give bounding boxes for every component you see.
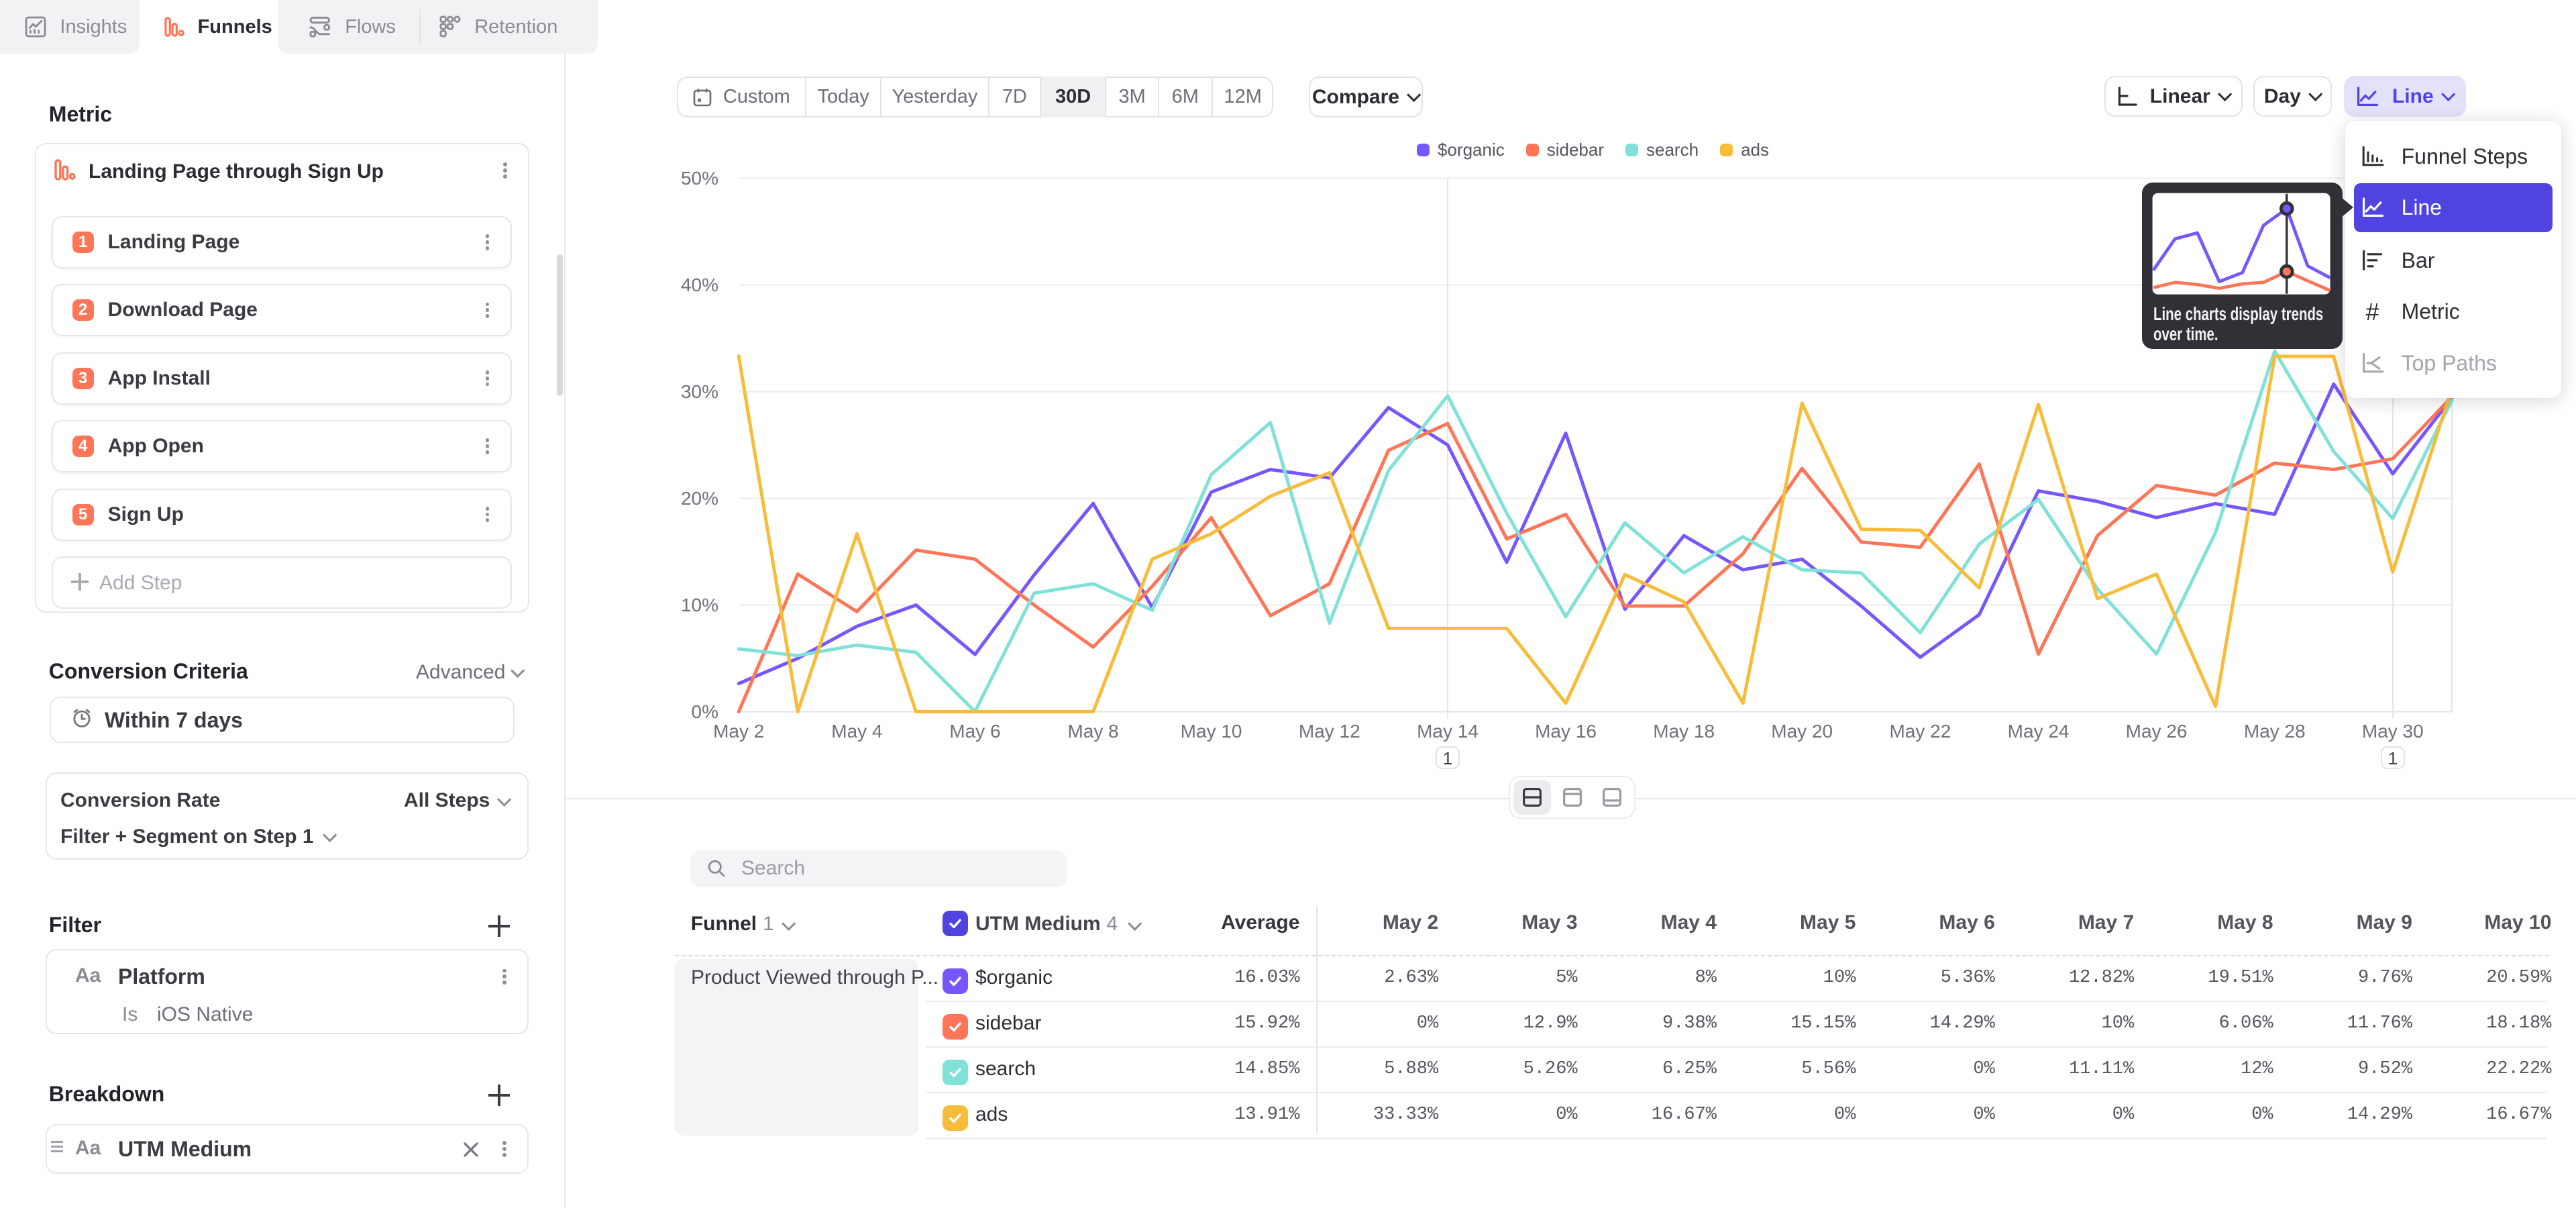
svg-text:May 26: May 26 (2126, 721, 2188, 742)
svg-text:May 2: May 2 (713, 721, 764, 742)
svg-text:50%: 50% (681, 168, 718, 189)
svg-text:May 8: May 8 (1067, 721, 1118, 742)
svg-text:May 20: May 20 (1771, 721, 1833, 742)
svg-text:May 4: May 4 (831, 721, 882, 742)
svg-text:May 6: May 6 (949, 721, 1000, 742)
svg-text:May 12: May 12 (1299, 721, 1360, 742)
svg-text:May 10: May 10 (1181, 721, 1242, 742)
svg-text:May 22: May 22 (1889, 721, 1951, 742)
svg-text:May 16: May 16 (1535, 721, 1597, 742)
svg-text:30%: 30% (681, 381, 718, 402)
svg-text:May 28: May 28 (2244, 721, 2306, 742)
svg-text:20%: 20% (681, 488, 718, 509)
svg-text:May 14: May 14 (1417, 721, 1479, 742)
svg-text:May 24: May 24 (2008, 721, 2070, 742)
svg-text:10%: 10% (681, 595, 718, 615)
svg-text:40%: 40% (681, 274, 718, 295)
svg-text:May 30: May 30 (2362, 721, 2424, 742)
svg-text:May 18: May 18 (1653, 721, 1715, 742)
svg-text:0%: 0% (692, 701, 718, 722)
